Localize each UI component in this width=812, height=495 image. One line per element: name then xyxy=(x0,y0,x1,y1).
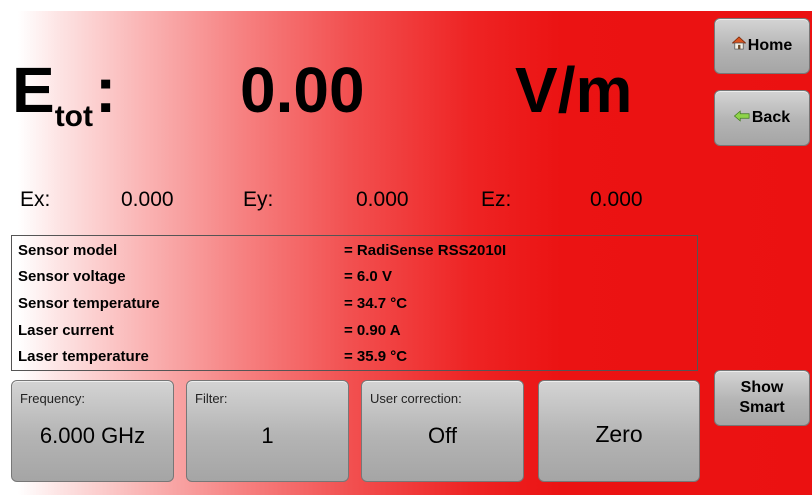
info-row-laser-current: Laser current = 0.90 A xyxy=(18,318,401,344)
frequency-button[interactable]: Frequency: 6.000 GHz xyxy=(11,380,174,482)
home-label: Home xyxy=(747,37,793,54)
show-smart-label-line1: Show xyxy=(740,379,784,396)
back-button[interactable]: Back xyxy=(714,90,810,146)
ex-value: 0.000 xyxy=(121,188,174,211)
user-correction-caption: User correction: xyxy=(370,391,462,406)
frequency-caption: Frequency: xyxy=(20,391,86,406)
etot-label-main: E xyxy=(12,54,55,126)
info-label: Sensor voltage xyxy=(18,268,126,285)
etot-unit: V/m xyxy=(515,54,633,126)
user-correction-button[interactable]: User correction: Off xyxy=(361,380,524,482)
ey-value: 0.000 xyxy=(356,188,409,211)
info-label: Laser current xyxy=(18,322,114,339)
house-icon xyxy=(731,36,747,56)
info-label: Laser temperature xyxy=(18,348,149,365)
etot-label-colon: : xyxy=(95,54,117,126)
arrow-left-icon xyxy=(733,108,750,128)
filter-caption: Filter: xyxy=(195,391,228,406)
etot-label-sub: tot xyxy=(54,100,93,133)
home-button[interactable]: Home xyxy=(714,18,810,74)
ez-value: 0.000 xyxy=(590,188,643,211)
show-smart-button[interactable]: Show Smart xyxy=(714,370,810,426)
user-correction-value: Off xyxy=(428,423,457,448)
zero-label: Zero xyxy=(595,421,643,447)
info-value: = 0.90 A xyxy=(344,322,401,339)
zero-button[interactable]: Zero xyxy=(538,380,700,482)
filter-value: 1 xyxy=(261,423,274,448)
info-label: Sensor temperature xyxy=(18,295,160,312)
info-value: = RadiSense RSS2010I xyxy=(344,242,507,259)
info-row-sensor-model: Sensor model = RadiSense RSS2010I xyxy=(18,238,506,264)
ez-label: Ez: xyxy=(481,188,512,211)
info-value: = 34.7 °C xyxy=(344,295,408,312)
info-row-laser-temperature: Laser temperature = 35.9 °C xyxy=(18,344,407,370)
etot-label: Etot: xyxy=(12,45,116,135)
ex-label: Ex: xyxy=(20,188,51,211)
top-strip xyxy=(0,0,812,11)
sensor-info-table: Sensor model = RadiSense RSS2010I Sensor… xyxy=(11,235,698,371)
info-value: = 35.9 °C xyxy=(344,348,408,365)
frequency-value: 6.000 GHz xyxy=(39,423,146,448)
info-row-sensor-voltage: Sensor voltage = 6.0 V xyxy=(18,264,392,290)
ey-label: Ey: xyxy=(243,188,274,211)
etot-value: 0.00 xyxy=(240,54,365,126)
info-label: Sensor model xyxy=(18,242,118,259)
info-value: = 6.0 V xyxy=(344,268,392,285)
show-smart-label-line2: Smart xyxy=(739,399,785,416)
back-label: Back xyxy=(751,109,791,126)
info-row-sensor-temperature: Sensor temperature = 34.7 °C xyxy=(18,291,407,317)
filter-button[interactable]: Filter: 1 xyxy=(186,380,349,482)
